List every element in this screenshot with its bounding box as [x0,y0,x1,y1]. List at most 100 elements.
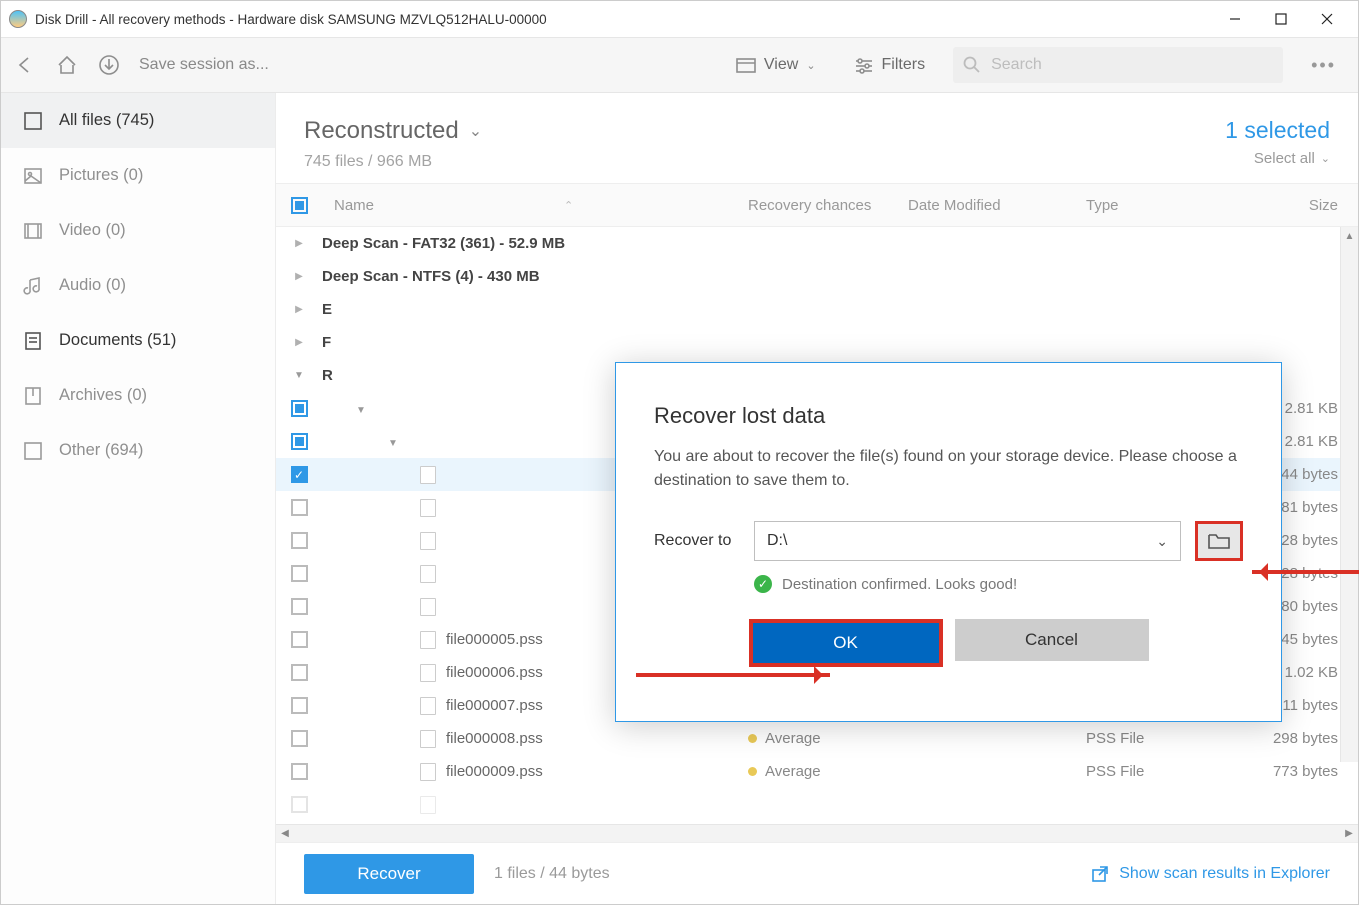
footer: Recover 1 files / 44 bytes Show scan res… [276,842,1358,904]
back-button[interactable] [13,53,37,77]
sort-indicator-icon: ⌃ [564,199,573,212]
column-date[interactable]: Date Modified [908,197,1078,214]
horizontal-scrollbar[interactable]: ◀▶ [276,824,1358,842]
footer-count: 1 files / 44 bytes [494,865,610,883]
expand-icon[interactable] [276,337,322,348]
recover-button[interactable]: Recover [304,854,474,894]
selected-count: 1 selected [1225,117,1330,144]
annotation-arrow [1252,570,1359,574]
chevron-down-icon: ⌄ [1321,152,1330,165]
minimize-button[interactable] [1212,4,1258,34]
row-checkbox[interactable] [291,433,308,450]
column-recovery[interactable]: Recovery chances [748,197,908,214]
table-row[interactable]: Deep Scan - NTFS (4) - 430 MB [276,260,1358,293]
maximize-button[interactable] [1258,4,1304,34]
file-icon [420,763,436,781]
row-checkbox[interactable] [291,697,308,714]
titlebar: Disk Drill - All recovery methods - Hard… [1,1,1358,37]
expand-icon[interactable] [276,304,322,315]
annotation-arrow [636,673,830,677]
window-title: Disk Drill - All recovery methods - Hard… [35,12,1212,27]
file-icon [420,796,436,814]
view-dropdown[interactable]: View ⌄ [726,56,826,74]
row-checkbox[interactable] [291,532,308,549]
file-icon [420,631,436,649]
page-title[interactable]: Reconstructed⌄ [304,117,482,145]
files-summary: 745 files / 966 MB [304,153,482,171]
checkmark-icon: ✓ [754,575,772,593]
collapse-icon[interactable] [322,400,356,417]
recover-to-label: Recover to [654,532,740,550]
expand-icon[interactable] [276,271,322,282]
sidebar-item-other[interactable]: Other (694) [1,423,275,478]
row-checkbox[interactable] [291,466,308,483]
show-in-explorer-link[interactable]: Show scan results in Explorer [1091,865,1330,883]
row-checkbox[interactable] [291,631,308,648]
row-checkbox[interactable] [291,598,308,615]
select-all-button[interactable]: Select all⌄ [1225,150,1330,167]
select-all-checkbox[interactable] [291,197,308,214]
vertical-scrollbar[interactable]: ▲ [1340,227,1358,762]
sidebar-item-all-files[interactable]: All files (745) [1,93,275,148]
browse-folder-button[interactable] [1195,521,1243,561]
file-icon [420,664,436,682]
sidebar-item-video[interactable]: Video (0) [1,203,275,258]
row-checkbox[interactable] [291,565,308,582]
table-row[interactable]: F [276,326,1358,359]
app-icon [9,10,27,28]
chevron-down-icon: ⌄ [1156,533,1168,550]
row-checkbox[interactable] [291,796,308,813]
recover-dialog: Recover lost data You are about to recov… [615,362,1282,722]
sidebar-item-documents[interactable]: Documents (51) [1,313,275,368]
collapse-icon[interactable] [322,433,388,450]
table-row[interactable]: file000008.pssAveragePSS File298 bytes [276,722,1358,755]
file-icon [420,532,436,550]
table-row[interactable]: Deep Scan - FAT32 (361) - 52.9 MB [276,227,1358,260]
destination-confirm: ✓Destination confirmed. Looks good! [754,575,1243,593]
collapse-icon[interactable] [276,370,322,381]
column-name[interactable]: Name [334,197,374,214]
sidebar: All files (745) Pictures (0) Video (0) A… [1,93,276,904]
expand-icon[interactable] [276,238,322,249]
chevron-down-icon: ⌄ [469,121,482,141]
chevron-down-icon: ⌄ [806,59,815,72]
home-button[interactable] [55,53,79,77]
column-size[interactable]: Size [1228,197,1358,214]
file-icon [420,697,436,715]
sidebar-item-pictures[interactable]: Pictures (0) [1,148,275,203]
external-link-icon [1091,865,1109,883]
filters-button[interactable]: Filters [844,56,936,74]
dialog-text: You are about to recover the file(s) fou… [654,445,1243,493]
sidebar-item-audio[interactable]: Audio (0) [1,258,275,313]
file-icon [420,565,436,583]
file-icon [420,730,436,748]
close-button[interactable] [1304,4,1350,34]
table-row[interactable]: file000009.pssAveragePSS File773 bytes [276,755,1358,788]
search-icon [963,56,981,74]
destination-select[interactable]: D:\⌄ [754,521,1181,561]
save-session-icon[interactable] [97,53,121,77]
table-row[interactable] [276,788,1358,821]
table-header: Name ⌃ Recovery chances Date Modified Typ… [276,183,1358,227]
row-checkbox[interactable] [291,730,308,747]
sidebar-item-archives[interactable]: Archives (0) [1,368,275,423]
save-session-label[interactable]: Save session as... [139,56,269,74]
row-checkbox[interactable] [291,400,308,417]
toolbar: Save session as... View ⌄ Filters Search… [1,37,1358,93]
column-type[interactable]: Type [1078,197,1228,214]
recovery-dot-icon [748,767,757,776]
file-icon [420,466,436,484]
content-header: Reconstructed⌄ 745 files / 966 MB 1 sele… [276,93,1358,183]
row-checkbox[interactable] [291,763,308,780]
ok-button[interactable]: OK [753,623,939,663]
table-row[interactable]: E [276,293,1358,326]
file-icon [420,598,436,616]
row-checkbox[interactable] [291,664,308,681]
file-icon [420,499,436,517]
content: Reconstructed⌄ 745 files / 966 MB 1 sele… [276,93,1358,904]
cancel-button[interactable]: Cancel [955,619,1149,661]
dialog-title: Recover lost data [654,403,1243,429]
search-input[interactable]: Search [953,47,1283,83]
more-menu[interactable]: ••• [1301,55,1346,76]
row-checkbox[interactable] [291,499,308,516]
